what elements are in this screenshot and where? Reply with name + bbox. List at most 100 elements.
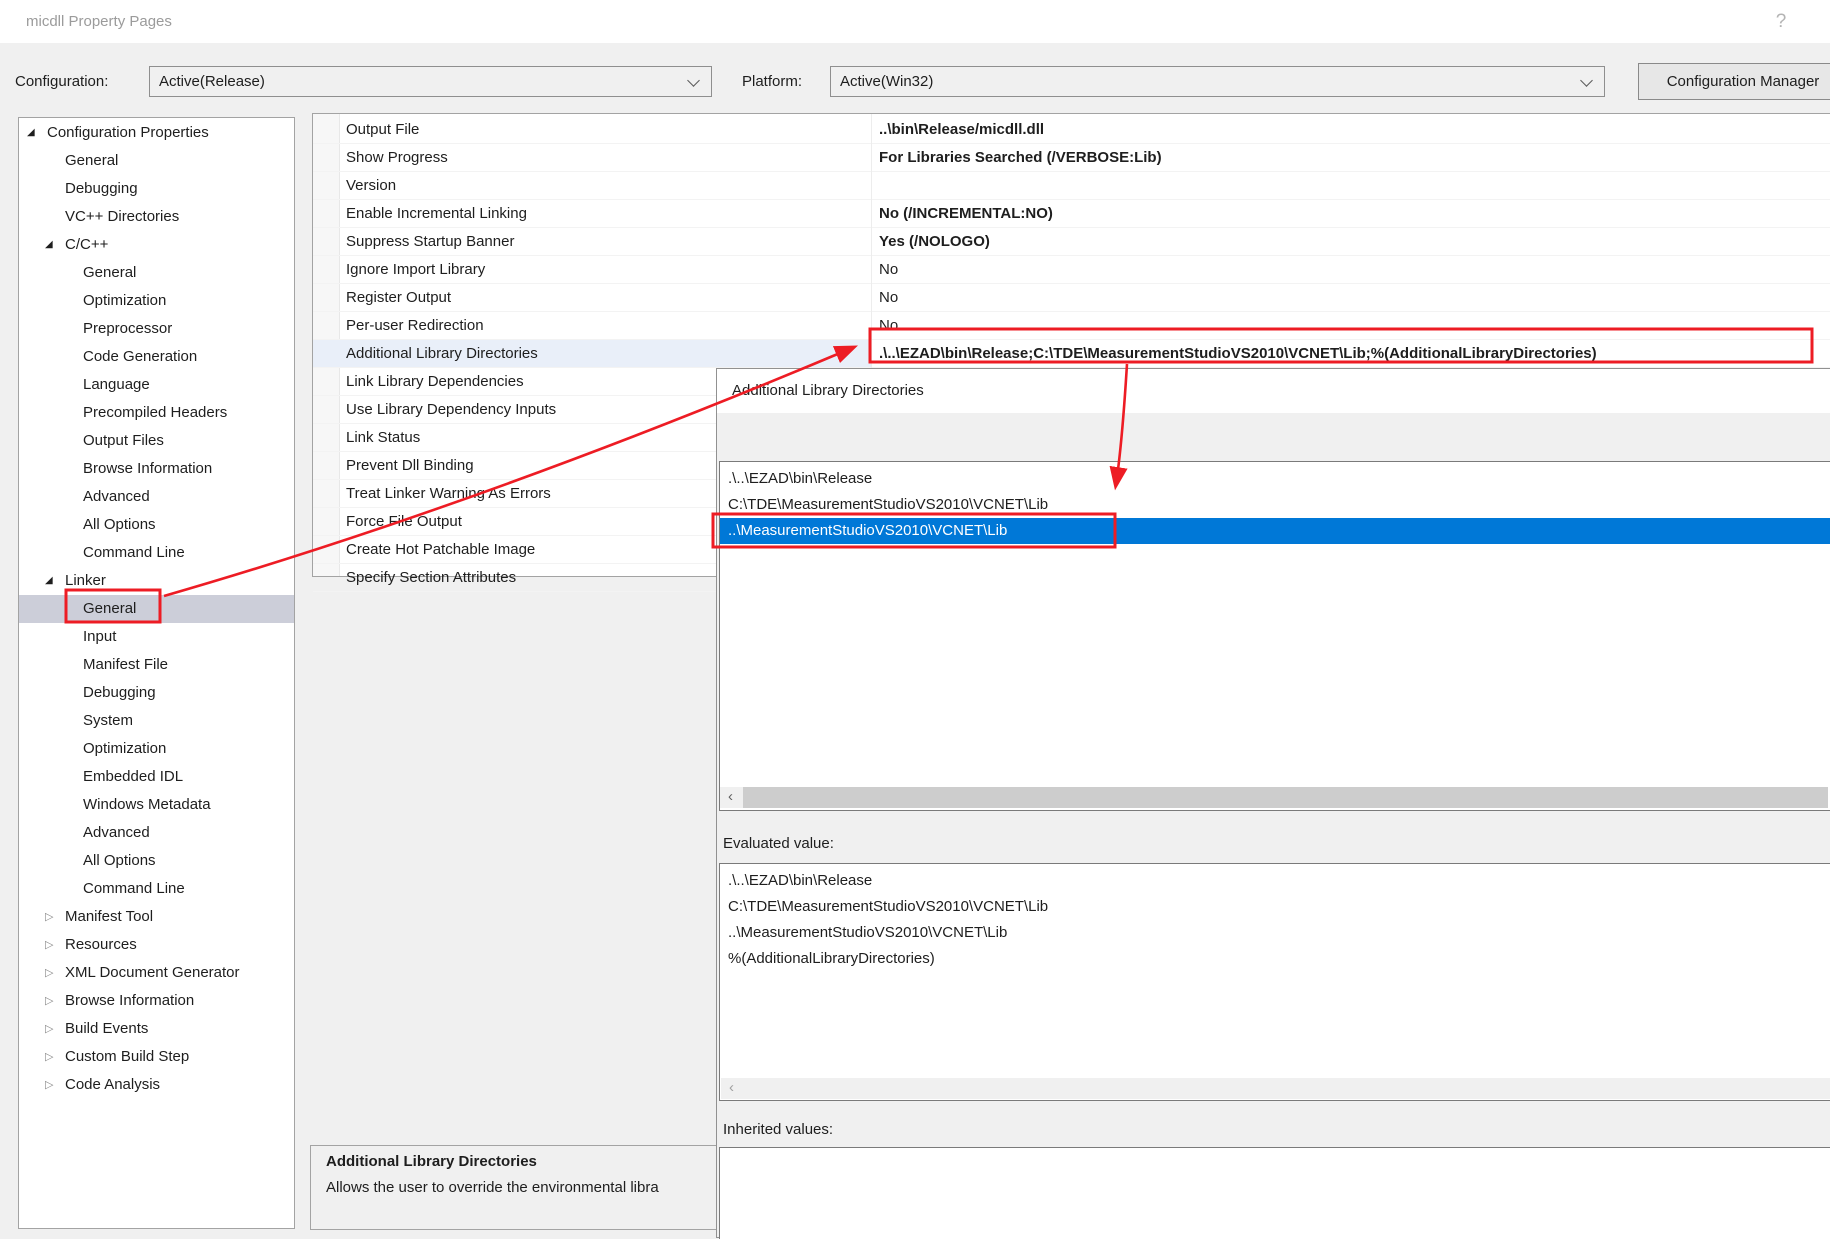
expander-icon[interactable] [45,567,65,595]
tree-item-label: General [65,147,118,175]
tree-item[interactable]: Browse Information [19,455,294,483]
tree-item[interactable]: Manifest File [19,651,294,679]
property-name: Ignore Import Library [346,256,485,283]
property-row[interactable]: Ignore Import Library No [313,256,1830,284]
tree-item[interactable]: All Options [19,511,294,539]
directory-list-item[interactable]: C:\TDE\MeasurementStudioVS2010\VCNET\Lib [720,492,1830,518]
evaluated-horizontal-scrollbar[interactable]: ‹ [721,1078,1830,1099]
tree-item[interactable]: Debugging [19,679,294,707]
expander-icon[interactable] [45,959,65,988]
tree-item[interactable]: Resources [19,931,294,959]
tree-item-label: Output Files [83,427,164,455]
directory-list-item[interactable]: ..\MeasurementStudioVS2010\VCNET\Lib [720,518,1830,544]
tree-item[interactable]: Optimization [19,287,294,315]
property-name: Register Output [346,284,451,311]
chevron-down-icon [1580,74,1593,87]
inherited-values-box[interactable] [719,1147,1830,1239]
expander-icon[interactable] [45,231,65,259]
expander-icon[interactable] [45,1015,65,1044]
tree-item-label: VC++ Directories [65,203,179,231]
evaluated-value-line: ..\MeasurementStudioVS2010\VCNET\Lib [720,920,1830,946]
tree-item[interactable]: Windows Metadata [19,791,294,819]
property-name: Enable Incremental Linking [346,200,527,227]
directory-list-item[interactable]: .\..\EZAD\bin\Release [720,466,1830,492]
tree-item[interactable]: Command Line [19,539,294,567]
scroll-left-icon[interactable]: ‹ [721,1078,742,1099]
property-value[interactable]: No [879,256,898,283]
evaluated-value-box[interactable]: ‹ .\..\EZAD\bin\Release C:\TDE\Measureme… [719,863,1830,1101]
tree-item[interactable]: Embedded IDL [19,763,294,791]
tree-item[interactable]: Input [19,623,294,651]
tree-item[interactable]: System [19,707,294,735]
property-row[interactable]: Suppress Startup Banner Yes (/NOLOGO) [313,228,1830,256]
expander-icon[interactable] [45,903,65,932]
tree-item-label: Debugging [65,175,138,203]
property-value[interactable]: No [879,312,898,339]
configuration-dropdown[interactable]: Active(Release) [149,66,712,97]
expander-icon[interactable] [45,931,65,960]
tree-item[interactable]: Command Line [19,875,294,903]
property-value[interactable]: ..\bin\Release/micdll.dll [879,116,1044,143]
tree-item[interactable]: General [19,147,294,175]
tree-item-label: General [83,259,136,287]
tree-item[interactable]: C/C++ [19,231,294,259]
property-row[interactable]: Show Progress For Libraries Searched (/V… [313,144,1830,172]
expander-icon[interactable] [45,987,65,1016]
property-row[interactable]: Output File ..\bin\Release/micdll.dll [313,116,1830,144]
tree-item-label: Manifest Tool [65,903,153,931]
tree-item[interactable]: General [19,259,294,287]
platform-dropdown[interactable]: Active(Win32) [830,66,1605,97]
tree-item[interactable]: Preprocessor [19,315,294,343]
tree-item[interactable]: Language [19,371,294,399]
directories-list[interactable]: .\..\EZAD\bin\Release C:\TDE\Measurement… [719,461,1830,811]
tree-item[interactable]: Code Analysis [19,1071,294,1099]
tree-item-label: XML Document Generator [65,959,240,987]
scroll-left-icon[interactable]: ‹ [720,787,741,808]
property-name: Version [346,172,396,199]
expander-icon[interactable] [45,1071,65,1100]
tree-item[interactable]: Build Events [19,1015,294,1043]
tree-item-label: Optimization [83,287,166,315]
scrollbar-thumb[interactable] [743,787,1828,808]
tree-item[interactable]: Output Files [19,427,294,455]
property-row[interactable]: Per-user Redirection No [313,312,1830,340]
list-horizontal-scrollbar[interactable]: ‹ [720,787,1828,808]
tree-item[interactable]: Browse Information [19,987,294,1015]
property-value[interactable]: .\..\EZAD\bin\Release;C:\TDE\Measurement… [879,340,1597,367]
tree-item[interactable]: XML Document Generator [19,959,294,987]
expander-icon[interactable] [45,1043,65,1072]
property-value[interactable]: No [879,284,898,311]
property-value[interactable]: Yes (/NOLOGO) [879,228,990,255]
property-row[interactable]: Register Output No [313,284,1830,312]
property-row[interactable]: Enable Incremental Linking No (/INCREMEN… [313,200,1830,228]
help-icon[interactable]: ? [1766,0,1796,43]
dialog-titlebar: Additional Library Directories [717,369,1830,413]
tree-item-label: Windows Metadata [83,791,211,819]
platform-label: Platform: [742,66,802,97]
tree-item[interactable]: Manifest Tool [19,903,294,931]
property-value[interactable]: For Libraries Searched (/VERBOSE:Lib) [879,144,1162,171]
expander-icon[interactable] [27,119,47,147]
tree-item[interactable]: General [19,595,294,623]
configuration-manager-button[interactable]: Configuration Manager [1638,63,1830,100]
window-title: micdll Property Pages [26,0,172,43]
tree-item[interactable]: Optimization [19,735,294,763]
tree-item[interactable]: Code Generation [19,343,294,371]
property-row[interactable]: Additional Library Directories .\..\EZAD… [313,340,1830,368]
tree-item[interactable]: Advanced [19,483,294,511]
tree-item[interactable]: All Options [19,847,294,875]
property-row[interactable]: Version [313,172,1830,200]
tree-item[interactable]: Configuration Properties [19,119,294,147]
property-name: Treat Linker Warning As Errors [346,480,551,507]
tree-item[interactable]: Precompiled Headers [19,399,294,427]
tree-item-label: Resources [65,931,137,959]
tree-item[interactable]: Advanced [19,819,294,847]
tree-item[interactable]: Linker [19,567,294,595]
tree-item-label: All Options [83,511,156,539]
tree-item[interactable]: Debugging [19,175,294,203]
property-name: Show Progress [346,144,448,171]
property-value[interactable]: No (/INCREMENTAL:NO) [879,200,1053,227]
tree-item[interactable]: Custom Build Step [19,1043,294,1071]
tree-item-label: Linker [65,567,106,595]
tree-item[interactable]: VC++ Directories [19,203,294,231]
